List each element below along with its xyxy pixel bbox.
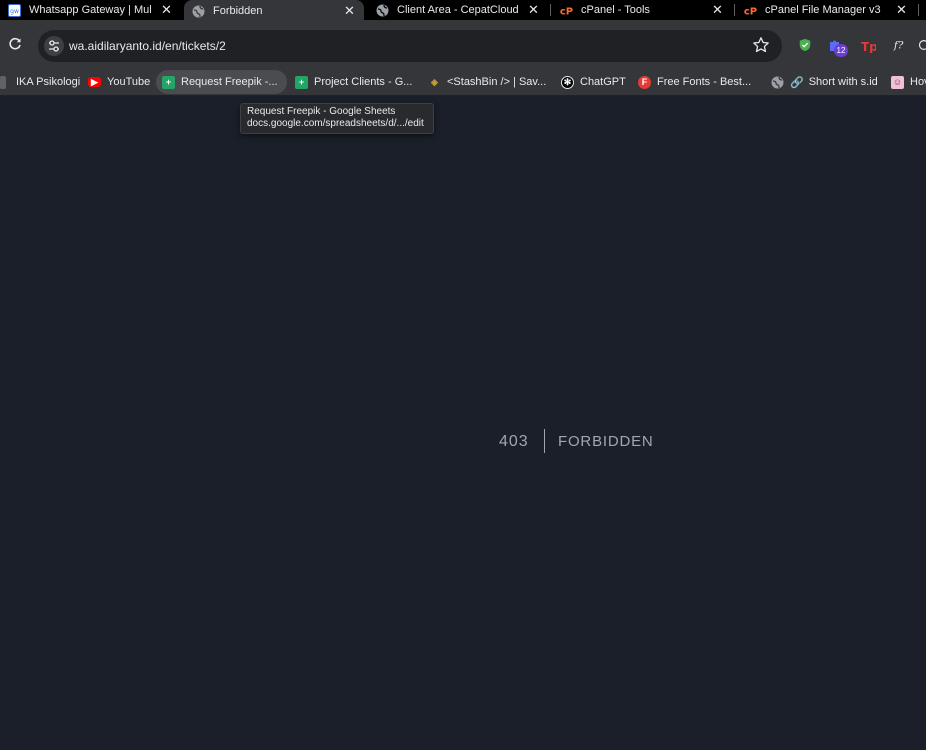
bookmark-youtube[interactable]: ▶ YouTube <box>82 70 156 94</box>
tab-title: Forbidden <box>213 5 263 17</box>
bookmark-label: <StashBin /> | Sav... <box>447 76 547 88</box>
sheets-icon: + <box>162 75 175 89</box>
tab-separator <box>918 4 919 16</box>
bookmark-project-clients[interactable]: + Project Clients - G... <box>289 70 418 94</box>
bookmark-request-freepik[interactable]: + Request Freepik -... <box>156 70 287 94</box>
youtube-icon: ▶ <box>88 77 101 87</box>
address-bar[interactable]: wa.aidilaryanto.id/en/tickets/2 <box>38 30 782 62</box>
extension-badge-button[interactable]: 12 <box>828 38 850 58</box>
bookmark-chatgpt[interactable]: ✻ ChatGPT <box>555 70 632 94</box>
svg-text:cP: cP <box>744 6 757 17</box>
tab-close-button[interactable]: ✕ <box>344 3 355 19</box>
tab-title: Client Area - CepatCloud <box>397 4 519 16</box>
site-info-button[interactable] <box>44 36 64 56</box>
wa-gateway-icon: gw <box>8 3 21 17</box>
chatgpt-icon: ✻ <box>561 75 574 89</box>
font-extension-icon[interactable]: f? <box>892 38 908 52</box>
tab-separator <box>550 4 551 16</box>
freefonts-icon: F <box>638 75 651 89</box>
extension-overflow-icon[interactable] <box>918 38 926 52</box>
bookmark-label: IKA Psikologi <box>16 76 81 88</box>
tab-cpanel-tools[interactable]: cP cPanel - Tools ✕ <box>560 0 732 20</box>
url-text[interactable]: wa.aidilaryanto.id/en/tickets/2 <box>69 39 226 53</box>
link-icon: 🔗 <box>790 76 804 89</box>
bookmark-label: Request Freepik -... <box>181 76 278 88</box>
bookmark-label: Project Clients - G... <box>314 76 413 88</box>
stashbin-icon: ◈ <box>431 76 438 87</box>
cpanel-icon: cP <box>744 6 757 17</box>
bookmark-label: YouTube <box>107 76 151 88</box>
browser-toolbar: wa.aidilaryanto.id/en/tickets/2 12 Tp f? <box>0 20 926 68</box>
error-divider <box>544 429 545 453</box>
reload-icon[interactable] <box>8 37 22 51</box>
svg-text:f?: f? <box>893 40 904 52</box>
bookmark-stashbin[interactable]: ◈ <StashBin /> | Sav... <box>422 70 552 94</box>
tab-client-area[interactable]: Client Area - CepatCloud ✕ <box>376 0 548 20</box>
bookmark-label: ChatGPT <box>580 76 626 88</box>
extension-badge-count: 12 <box>834 44 848 57</box>
tune-icon <box>49 40 59 52</box>
tab-cpanel-file-manager[interactable]: cP cPanel File Manager v3 ✕ <box>744 0 916 20</box>
tab-title: Whatsapp Gateway | Mul <box>29 4 152 16</box>
tab-title: cPanel - Tools <box>581 4 650 16</box>
tab-forbidden[interactable]: Forbidden ✕ <box>184 0 364 22</box>
bookmark-label: Hov <box>910 76 926 88</box>
tab-strip: gw Whatsapp Gateway | Mul ✕ Forbidden ✕ … <box>0 0 926 22</box>
globe-icon <box>376 4 389 16</box>
bookmark-ika-psikologi[interactable]: IKA Psikologi <box>0 70 86 94</box>
shield-extension-icon[interactable] <box>797 38 813 52</box>
bookmarks-bar: IKA Psikologi ▶ YouTube + Request Freepi… <box>0 68 926 96</box>
svg-text:Tp: Tp <box>861 40 876 53</box>
tab-close-button[interactable]: ✕ <box>712 2 723 18</box>
hov-icon: ☺ <box>891 75 904 89</box>
tab-close-button[interactable]: ✕ <box>896 2 907 18</box>
tab-whatsapp-gateway[interactable]: gw Whatsapp Gateway | Mul ✕ <box>8 0 180 20</box>
error-page <box>0 96 926 750</box>
globe-icon <box>192 5 205 17</box>
svg-text:cP: cP <box>560 6 573 17</box>
svg-text:gw: gw <box>10 8 19 15</box>
tab-title: cPanel File Manager v3 <box>765 4 881 16</box>
globe-icon <box>771 76 784 88</box>
cpanel-icon: cP <box>560 6 573 17</box>
bookmark-free-fonts[interactable]: F Free Fonts - Best... <box>632 70 757 94</box>
tab-separator <box>734 4 735 16</box>
bookmark-star-icon[interactable] <box>752 36 770 54</box>
bookmark-label: Free Fonts - Best... <box>657 76 752 88</box>
bookmark-hov[interactable]: ☺ Hov <box>885 70 926 94</box>
sheets-icon: + <box>295 75 308 89</box>
tab-close-button[interactable]: ✕ <box>528 2 539 18</box>
folder-icon <box>0 75 6 89</box>
error-code: 403 <box>499 433 529 450</box>
tab-close-button[interactable]: ✕ <box>161 2 172 18</box>
error-message: FORBIDDEN <box>558 433 654 450</box>
tp-extension-icon[interactable]: Tp <box>860 39 876 53</box>
bookmark-label: Short with s.id <box>808 76 878 88</box>
bookmark-short-with-sid[interactable]: 🔗 Short with s.id <box>765 70 884 94</box>
